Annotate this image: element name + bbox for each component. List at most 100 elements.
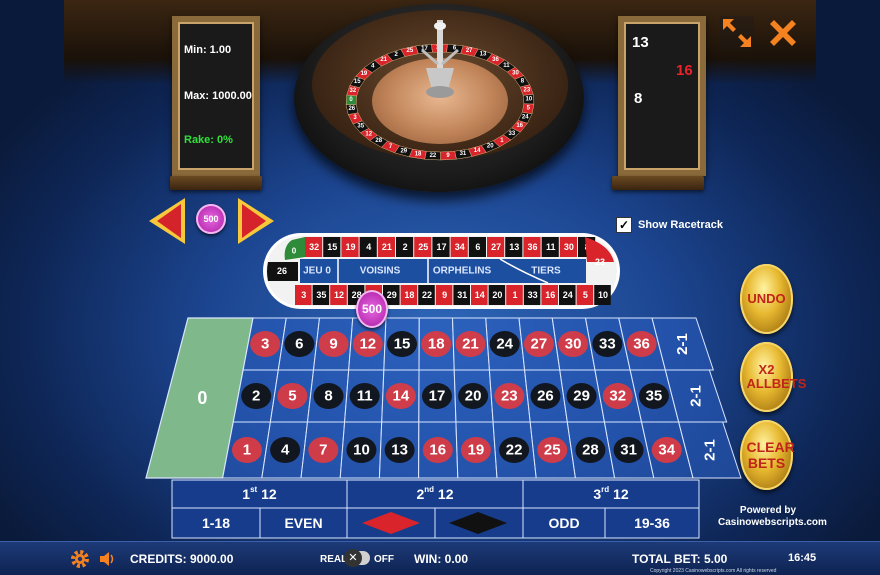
low-bet-label[interactable]: 1-18	[202, 515, 230, 531]
racetrack-section[interactable]: ORPHELINS	[433, 266, 492, 277]
placed-chip[interactable]: 500	[356, 290, 388, 328]
number-label: 21	[462, 336, 479, 353]
number-label: 15	[394, 336, 411, 353]
racetrack-number: 23	[595, 257, 605, 267]
racetrack-number: 11	[546, 242, 556, 252]
powered-by-line: Powered by	[739, 505, 797, 516]
racetrack-number: 19	[345, 242, 355, 252]
number-label: 32	[609, 388, 626, 405]
powered-by: Powered by Casinowebscripts.com	[718, 505, 827, 529]
racetrack-number: 15	[327, 242, 337, 252]
win-display: WIN: 0.00	[414, 552, 469, 566]
racetrack-number: 22	[422, 290, 432, 300]
number-label: 18	[428, 336, 445, 353]
racetrack-number: 26	[277, 266, 287, 276]
number-label: 19	[468, 442, 485, 459]
dozen-bet-label[interactable]: 2nd 12	[416, 485, 453, 503]
number-label: 36	[633, 336, 650, 353]
racetrack-number: 35	[316, 290, 326, 300]
number-label: 17	[429, 388, 446, 405]
number-label: 3	[261, 336, 269, 353]
racetrack-section[interactable]: VOISINS	[360, 266, 401, 277]
racetrack-number: 4	[366, 242, 371, 252]
number-label: 10	[353, 442, 370, 459]
racetrack-number: 24	[563, 290, 573, 300]
column-bet-label: 2-1	[687, 385, 704, 407]
number-label: 33	[599, 336, 616, 353]
racetrack-number: 21	[382, 242, 392, 252]
racetrack-number: 5	[583, 290, 588, 300]
number-label: 29	[573, 388, 590, 405]
number-label: 35	[646, 388, 663, 405]
number-label: 16	[429, 442, 446, 459]
number-label: 24	[496, 336, 513, 353]
racetrack-number: 3	[301, 290, 306, 300]
number-label: 13	[391, 442, 408, 459]
racetrack-number: 29	[387, 290, 397, 300]
toggle-knob: ✕	[344, 549, 362, 567]
racetrack-number: 30	[564, 242, 574, 252]
racetrack-number: 2	[403, 242, 408, 252]
number-label: 22	[506, 442, 523, 459]
number-label: 6	[295, 336, 303, 353]
high-bet-label[interactable]: 19-36	[634, 515, 670, 531]
racetrack-number: 36	[527, 242, 537, 252]
number-label: 25	[544, 442, 561, 459]
clear-bets-label: CLEAR BETS	[746, 439, 795, 471]
sound-icon[interactable]	[98, 549, 118, 569]
number-label: 20	[465, 388, 482, 405]
total-bet-display: TOTAL BET: 5.00	[632, 552, 728, 566]
racetrack-number: 25	[418, 242, 428, 252]
number-label: 23	[501, 388, 518, 405]
racetrack-number: 12	[334, 290, 344, 300]
racetrack-number: 34	[455, 242, 465, 252]
odd-bet-label[interactable]: ODD	[548, 515, 579, 531]
number-label: 31	[620, 442, 637, 459]
racetrack-section[interactable]: JEU 0	[303, 266, 331, 277]
off-label: OFF	[374, 554, 394, 565]
dozen-bet-label[interactable]: 3rd 12	[593, 485, 628, 503]
column-bet-label: 2-1	[701, 439, 718, 461]
number-label: 28	[582, 442, 599, 459]
racetrack-number: 33	[528, 290, 538, 300]
powered-by-site: Casinowebscripts.com	[718, 517, 827, 528]
racetrack-number: 14	[475, 290, 485, 300]
number-label: 2	[252, 388, 260, 405]
number-label: 14	[392, 388, 409, 405]
real-mode-toggle[interactable]: ✕	[344, 549, 370, 567]
racetrack-number: 17	[436, 242, 446, 252]
number-label: 12	[359, 336, 376, 353]
clear-bets-button[interactable]: CLEAR BETS	[740, 420, 795, 490]
undo-button[interactable]: UNDO	[740, 264, 793, 334]
racetrack-number: 31	[457, 290, 467, 300]
clock: 16:45	[788, 552, 817, 564]
even-bet-label[interactable]: EVEN	[284, 515, 322, 531]
racetrack-number: 32	[309, 242, 319, 252]
racetrack-number: 16	[545, 290, 555, 300]
number-label: 27	[531, 336, 548, 353]
number-label: 8	[324, 388, 332, 405]
number-label: 30	[565, 336, 582, 353]
zero-label: 0	[197, 388, 207, 408]
number-label: 1	[243, 442, 251, 459]
x2-all-bets-label: X2 ALLBETS	[746, 362, 807, 391]
column-bet-label: 2-1	[674, 333, 691, 355]
credits-display: CREDITS: 9000.00	[130, 552, 234, 566]
racetrack-number: 20	[492, 290, 502, 300]
racetrack-number: 18	[404, 290, 414, 300]
number-label: 5	[288, 388, 296, 405]
racetrack-section[interactable]: TIERS	[531, 266, 561, 277]
racetrack-number: 1	[512, 290, 517, 300]
game-stage: Min: 1.00 Max: 1000.00 Rake: 0% 13 16 8 …	[0, 0, 880, 575]
number-label: 11	[357, 388, 373, 405]
x2-all-bets-button[interactable]: X2 ALLBETS	[740, 342, 807, 412]
settings-gear-icon[interactable]	[70, 549, 90, 569]
number-label: 26	[537, 388, 554, 405]
number-label: 9	[329, 336, 337, 353]
number-label: 4	[281, 442, 290, 459]
number-label: 34	[658, 442, 675, 459]
racetrack-number: 6	[475, 242, 480, 252]
racetrack-number: 9	[442, 290, 447, 300]
racetrack-number: 0	[292, 247, 297, 256]
dozen-bet-label[interactable]: 1st 12	[242, 485, 277, 503]
